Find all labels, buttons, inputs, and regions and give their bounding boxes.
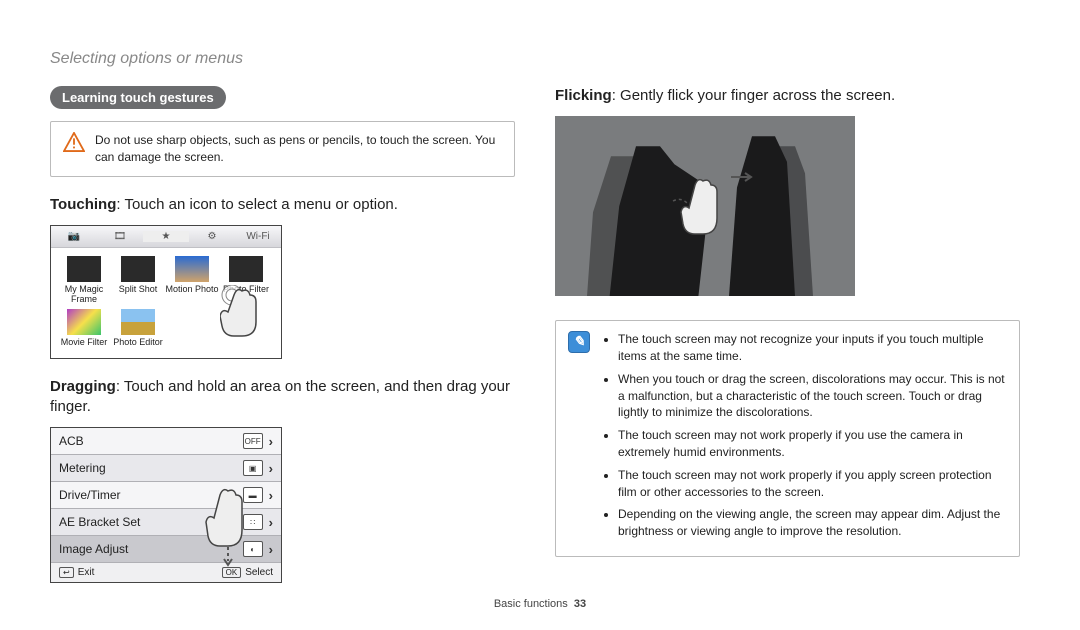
grid-tabbar: 📷 🎞 ★ ⚙ Wi-Fi: [51, 226, 281, 248]
touching-desc: : Touch an icon to select a menu or opti…: [116, 196, 398, 213]
row-label: AE Bracket Set: [59, 515, 140, 529]
dragging-label: Dragging: [50, 378, 116, 395]
page-footer: Basic functions 33: [0, 598, 1080, 610]
left-column: Learning touch gestures Do not use sharp…: [50, 86, 515, 583]
back-key-icon: ↩: [59, 567, 74, 578]
tab-wifi[interactable]: Wi-Fi: [235, 231, 281, 242]
chevron-right-icon: ›: [269, 488, 273, 503]
touching-heading: Touching: Touch an icon to select a menu…: [50, 195, 515, 215]
section-pill-gestures: Learning touch gestures: [50, 86, 226, 109]
row-label: Drive/Timer: [59, 488, 121, 502]
info-box: ✎ The touch screen may not recognize you…: [555, 320, 1020, 557]
grid-item-label: Motion Photo: [165, 284, 218, 294]
content-columns: Learning touch gestures Do not use sharp…: [50, 86, 1020, 583]
list-figure: ACBOFF› Metering▣› Drive/Timer▬› AE Brac…: [50, 427, 515, 583]
row-glyph: ▣: [243, 460, 263, 476]
right-column: Flicking: Gently flick your finger acros…: [555, 86, 1020, 583]
hand-pointer-icon: [220, 285, 270, 345]
tab-camera-icon[interactable]: 📷: [51, 231, 97, 242]
ok-key-icon: OK: [222, 567, 242, 578]
chevron-right-icon: ›: [269, 434, 273, 449]
page-heading: Selecting options or menus: [50, 50, 1020, 68]
dragging-desc: : Touch and hold an area on the screen, …: [50, 378, 510, 415]
list-row-metering[interactable]: Metering ▣ ›: [51, 455, 281, 482]
row-label: ACB: [59, 434, 84, 448]
info-note: When you touch or drag the screen, disco…: [618, 371, 1007, 421]
warning-icon: [63, 132, 85, 152]
grid-figure: 📷 🎞 ★ ⚙ Wi-Fi My Magic Frame Split Shot …: [50, 225, 515, 359]
tab-gear-icon[interactable]: ⚙: [189, 231, 235, 242]
footer-section: Basic functions: [494, 598, 568, 610]
info-note: Depending on the viewing angle, the scre…: [618, 506, 1007, 540]
flicking-heading: Flicking: Gently flick your finger acros…: [555, 86, 1020, 106]
grid-item-split-shot[interactable]: Split Shot: [111, 256, 165, 309]
info-note: The touch screen may not recognize your …: [618, 331, 1007, 365]
grid-item-label: Split Shot: [119, 284, 158, 294]
chevron-right-icon: ›: [269, 515, 273, 530]
row-label: Image Adjust: [59, 542, 128, 556]
warning-text: Do not use sharp objects, such as pens o…: [95, 132, 502, 166]
touching-label: Touching: [50, 196, 116, 213]
info-icon: ✎: [568, 331, 590, 353]
flick-figure: [555, 116, 855, 296]
row-label: Metering: [59, 461, 106, 475]
info-note: The touch screen may not work properly i…: [618, 427, 1007, 461]
grid-item-photo-editor[interactable]: Photo Editor: [111, 309, 165, 352]
exit-label: Exit: [78, 567, 95, 578]
info-note: The touch screen may not work properly i…: [618, 467, 1007, 501]
grid-item-label: Movie Filter: [61, 337, 108, 347]
row-glyph: OFF: [243, 433, 263, 449]
grid-item-label: My Magic Frame: [65, 284, 104, 304]
select-label: Select: [245, 567, 273, 578]
tab-scene-icon[interactable]: 🎞: [97, 231, 143, 242]
exit-button[interactable]: ↩ Exit: [59, 567, 94, 578]
grid-item-movie-filter[interactable]: Movie Filter: [57, 309, 111, 352]
flicking-label: Flicking: [555, 87, 612, 104]
grid-item-my-magic-frame[interactable]: My Magic Frame: [57, 256, 111, 309]
info-list: The touch screen may not recognize your …: [600, 331, 1007, 546]
chevron-right-icon: ›: [269, 461, 273, 476]
warning-box: Do not use sharp objects, such as pens o…: [50, 121, 515, 177]
dragging-heading: Dragging: Touch and hold an area on the …: [50, 377, 515, 418]
list-row-acb[interactable]: ACB OFF ›: [51, 428, 281, 455]
hand-drag-icon: [200, 487, 260, 567]
footer-page-number: 33: [574, 598, 586, 610]
grid-item-label: Photo Editor: [113, 337, 163, 347]
tab-star-icon[interactable]: ★: [143, 231, 189, 242]
grid-item-motion-photo[interactable]: Motion Photo: [165, 256, 219, 309]
hand-flick-icon: [665, 171, 755, 251]
select-button[interactable]: OKSelect: [222, 567, 273, 578]
chevron-right-icon: ›: [269, 542, 273, 557]
flicking-desc: : Gently flick your finger across the sc…: [612, 87, 895, 104]
